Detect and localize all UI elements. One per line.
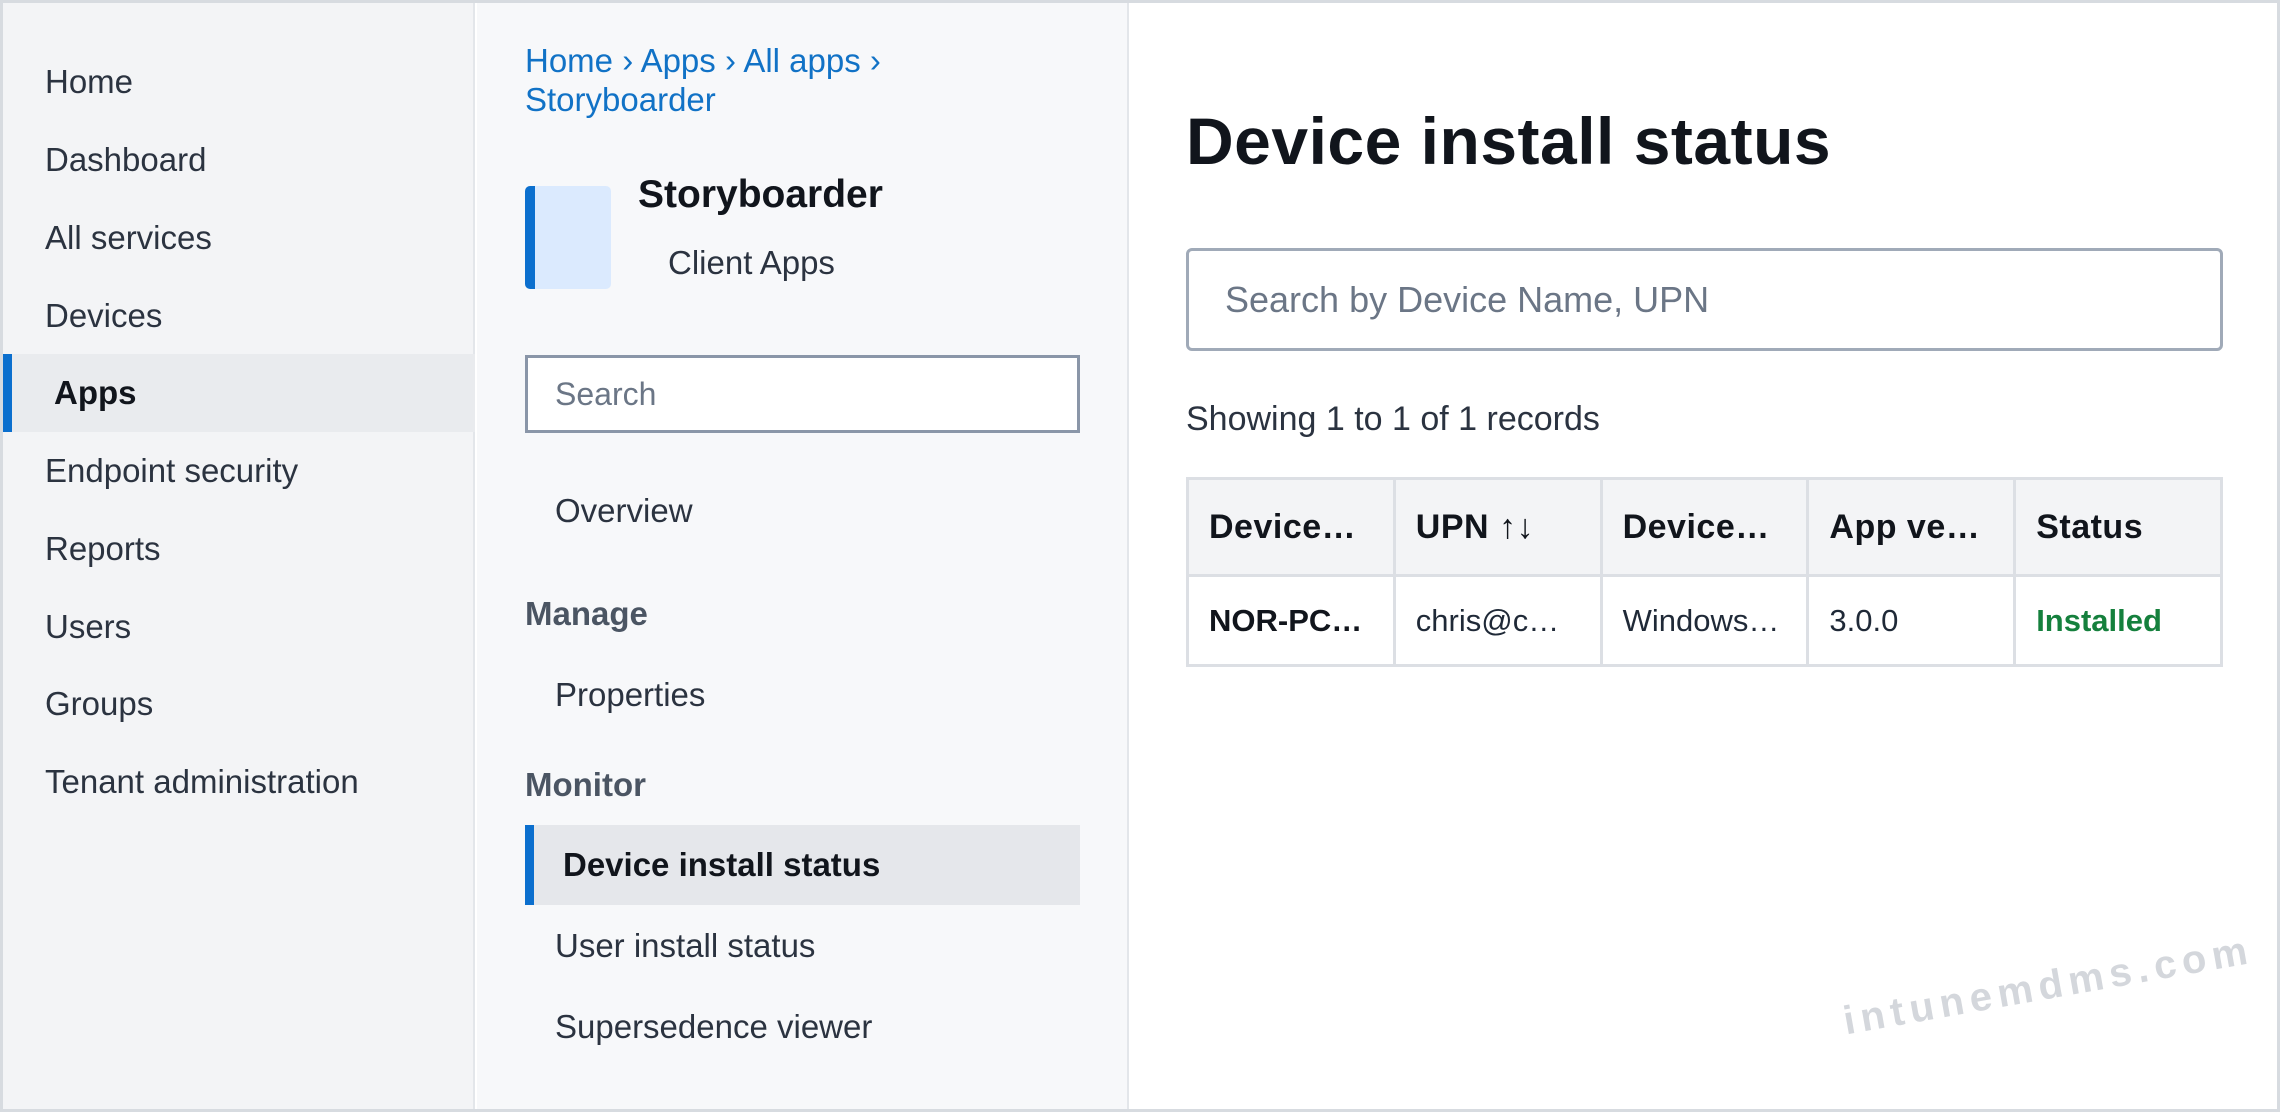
nav-item-label: All services — [45, 219, 212, 256]
nav-item-dashboard[interactable]: Dashboard — [3, 121, 475, 199]
menu-item-properties[interactable]: Properties — [525, 655, 1080, 735]
breadcrumb: Home › Apps › All apps › Storyboarder — [525, 41, 1085, 119]
column-header-status[interactable]: Status — [2013, 477, 2223, 577]
nav-item-label: Devices — [45, 297, 163, 334]
nav-item-home[interactable]: Home — [3, 43, 475, 121]
status-badge: Installed — [2013, 574, 2223, 667]
nav-item-groups[interactable]: Groups — [3, 665, 475, 743]
nav-item-label: Users — [45, 608, 132, 645]
app-subtitle: Client Apps — [668, 244, 835, 281]
menu-heading-monitor: Monitor — [525, 766, 646, 803]
cell-app-version: 3.0.0 — [1806, 574, 2017, 667]
nav-item-label: Home — [45, 63, 134, 100]
nav-item-apps[interactable]: Apps — [3, 354, 475, 432]
menu-item-label: Device install status — [563, 846, 881, 883]
nav-item-label: Tenant administration — [45, 763, 359, 800]
nav-item-label: Dashboard — [45, 141, 207, 178]
nav-item-label: Apps — [54, 374, 137, 411]
menu-item-label: Supersedence viewer — [555, 1008, 873, 1045]
nav-item-all-services[interactable]: All services — [3, 199, 475, 277]
nav-item-tenant-administration[interactable]: Tenant administration — [3, 743, 475, 821]
breadcrumb-storyboarder[interactable]: Storyboarder — [525, 81, 716, 118]
records-count: Showing 1 to 1 of 1 records — [1186, 400, 1600, 438]
table-header-row: Device… UPN ↑↓ Device… App ve… Status — [1186, 477, 2223, 577]
menu-item-label: User install status — [555, 927, 816, 964]
nav-item-users[interactable]: Users — [3, 588, 475, 666]
breadcrumb-apps[interactable]: Apps — [641, 42, 716, 79]
nav-item-reports[interactable]: Reports — [3, 510, 475, 588]
cell-device-name[interactable]: NOR-PC… — [1186, 574, 1396, 667]
breadcrumb-separator: › — [622, 42, 634, 79]
app-name: Storyboarder — [638, 173, 883, 216]
menu-item-device-install-status[interactable]: Device install status — [525, 825, 1080, 905]
breadcrumb-separator: › — [869, 42, 881, 79]
nav-item-endpoint-security[interactable]: Endpoint security — [3, 432, 475, 510]
app-tile-icon — [525, 186, 611, 289]
column-header-device-os[interactable]: Device… — [1599, 477, 1810, 577]
main-content: Device install status Showing 1 to 1 of … — [1131, 3, 2277, 1109]
menu-heading-manage: Manage — [525, 595, 648, 632]
nav-item-devices[interactable]: Devices — [3, 277, 475, 355]
device-status-table: Device… UPN ↑↓ Device… App ve… Status NO… — [1186, 477, 2223, 667]
menu-item-overview[interactable]: Overview — [525, 471, 1080, 551]
menu-item-label: Overview — [555, 492, 693, 529]
nav-item-label: Endpoint security — [45, 452, 299, 489]
page-title: Device install status — [1186, 104, 1832, 178]
global-nav: Home Dashboard All services Devices Apps… — [3, 3, 475, 1109]
cell-upn: chris@c… — [1392, 574, 1603, 667]
column-header-app-version[interactable]: App ve… — [1806, 477, 2017, 577]
nav-item-label: Reports — [45, 530, 161, 567]
column-header-upn[interactable]: UPN ↑↓ — [1392, 477, 1603, 577]
nav-item-label: Groups — [45, 685, 154, 722]
column-header-device-name[interactable]: Device… — [1186, 477, 1396, 577]
breadcrumb-separator: › — [724, 42, 736, 79]
menu-item-user-install-status[interactable]: User install status — [525, 906, 1080, 986]
breadcrumb-all-apps[interactable]: All apps — [743, 42, 860, 79]
breadcrumb-home[interactable]: Home — [525, 42, 613, 79]
cell-device-os: Windows… — [1599, 574, 1810, 667]
device-search-input[interactable] — [1186, 248, 2223, 351]
menu-item-supersedence-viewer[interactable]: Supersedence viewer — [525, 987, 1080, 1067]
blade-search-input[interactable] — [525, 355, 1080, 433]
table-row[interactable]: NOR-PC… chris@c… Windows… 3.0.0 Installe… — [1186, 574, 2223, 667]
menu-item-label: Properties — [555, 676, 706, 713]
app-blade: Home › Apps › All apps › Storyboarder St… — [477, 3, 1129, 1109]
